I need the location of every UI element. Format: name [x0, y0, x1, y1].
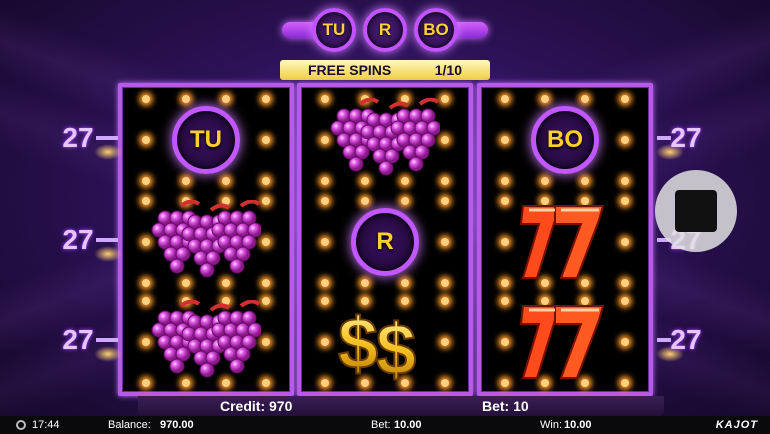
reel-cell: $ $ [301, 293, 469, 391]
reel-symbol [122, 293, 290, 391]
credit-bar: Credit: 970 Bet: 10 [138, 396, 664, 416]
reel-1: TU [118, 83, 294, 396]
free-spins-label: FREE SPINS [308, 62, 392, 78]
reel-cell [481, 293, 649, 391]
status-win-label: Win: [540, 419, 562, 431]
clock-icon [16, 420, 26, 430]
free-spins-bar: FREE SPINS 1/10 [280, 60, 490, 80]
free-spins-count: 1/10 [434, 62, 462, 78]
reel-symbol: TU [122, 91, 290, 189]
stop-icon [675, 190, 717, 232]
reel-3: BO [477, 83, 653, 396]
grapes-icon [151, 200, 261, 278]
status-bar: 17:44 Balance: 970.00 Bet: 10.00 Win: 10… [0, 416, 770, 434]
grapes-icon [330, 98, 440, 176]
reel-cell: BO [481, 91, 649, 189]
reel-cell [481, 193, 649, 291]
seven-icon [519, 205, 605, 279]
reel-symbol [481, 193, 649, 291]
reel-symbol: $ $ [301, 293, 469, 391]
svg-text:$: $ [376, 310, 416, 382]
ring-symbol: BO [531, 106, 599, 174]
credit-display: Credit: 970 [220, 398, 293, 414]
payline-number-right: 27 [670, 324, 702, 355]
ring-symbol: R [351, 208, 419, 276]
dollar-icon: $$ [337, 303, 417, 382]
turbo-logo: TU R BO [282, 6, 488, 54]
logo-badge-2: R [363, 8, 407, 52]
reel-cell [122, 293, 290, 391]
seven-icon [519, 305, 605, 379]
reel-symbol [122, 193, 290, 291]
svg-text:$: $ [338, 304, 378, 382]
payline-number-left: 27 [62, 324, 94, 355]
kajot-logo: KAJOT [715, 419, 758, 431]
reel-symbol [301, 91, 469, 189]
stop-button[interactable] [655, 170, 737, 252]
status-time: 17:44 [32, 419, 60, 431]
reel-2: R $ $ [297, 83, 473, 396]
status-bet-value: 10.00 [394, 419, 422, 431]
logo-badge-3: BO [414, 8, 458, 52]
reel-cell [122, 193, 290, 291]
payline-number-left: 27 [62, 224, 94, 255]
reel-symbol: R [301, 193, 469, 291]
status-win-value: 10.00 [564, 419, 592, 431]
grapes-icon [151, 300, 261, 378]
reel-symbol [481, 293, 649, 391]
payline-number-right: 27 [670, 122, 702, 153]
bet-display: Bet: 10 [482, 398, 529, 414]
logo-badge-1: TU [312, 8, 356, 52]
ring-symbol: TU [172, 106, 240, 174]
status-balance-value: 970.00 [160, 419, 194, 431]
payline-number-left: 27 [62, 122, 94, 153]
reel-cell: R [301, 193, 469, 291]
reel-symbol: BO [481, 91, 649, 189]
status-balance-label: Balance: [108, 419, 151, 431]
status-bet-label: Bet: [371, 419, 391, 431]
reel-cell: TU [122, 91, 290, 189]
reel-cell [301, 91, 469, 189]
